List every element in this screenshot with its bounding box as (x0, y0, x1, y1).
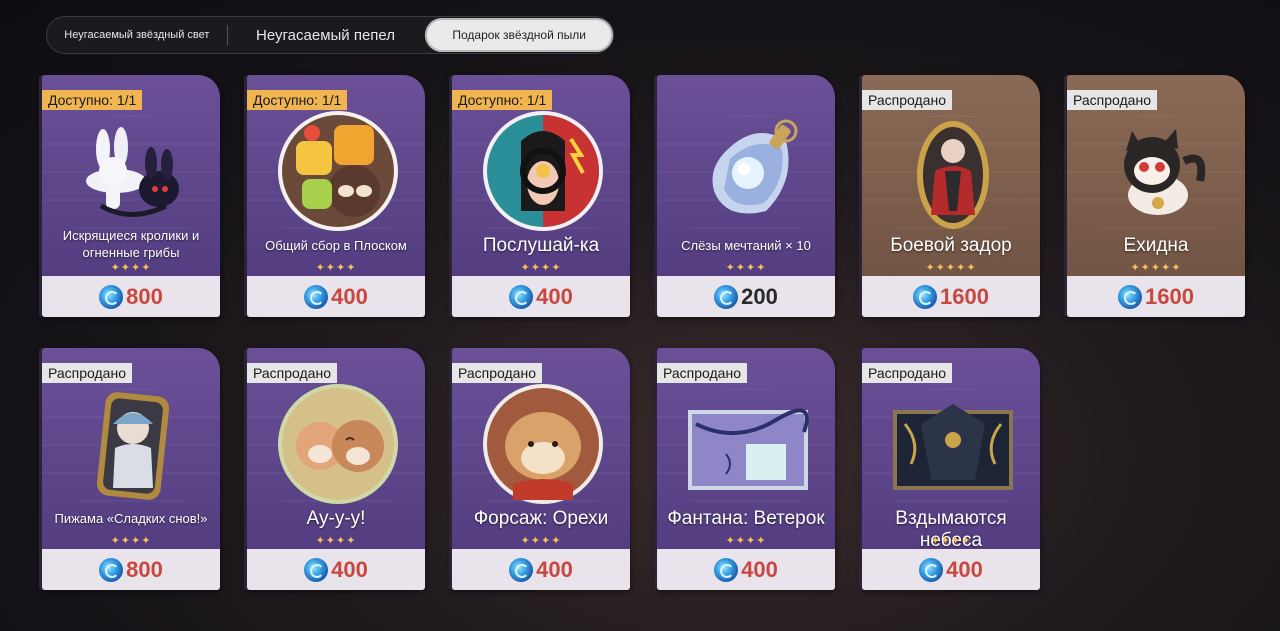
price-button[interactable]: 400 (862, 549, 1040, 590)
item-name: Ау-у-у! (306, 508, 366, 529)
tab-stardust-gift[interactable]: Подарок звёздной пыли (425, 18, 614, 52)
stardust-coin-icon (509, 284, 534, 309)
stardust-coin-icon (304, 284, 329, 309)
item-name: Пижама «Сладких снов!» (54, 511, 208, 526)
mirror-portrait-icon (917, 121, 989, 229)
price-value: 400 (331, 283, 368, 309)
sold-out-badge: Распродано (452, 363, 542, 383)
stardust-coin-icon (913, 284, 938, 309)
rarity-stars: ✦✦✦✦ (315, 262, 357, 274)
price-button[interactable]: 400 (452, 276, 630, 317)
pajama-portrait-icon (96, 392, 170, 500)
rarity-stars: ✦✦✦✦ (315, 535, 357, 547)
plush-gathering-icon (278, 111, 398, 231)
price-value: 400 (946, 556, 983, 582)
shop-item-card[interactable]: Слёзы мечтаний × 10 ✦✦✦✦ 200 (657, 75, 835, 317)
stardust-coin-icon (99, 284, 124, 309)
item-name: Искрящиеся кролики и огненные грибы (62, 228, 200, 260)
rarity-stars: ✦✦✦✦ (725, 535, 767, 547)
stardust-coin-icon (304, 557, 329, 582)
price-button[interactable]: 1600 (862, 276, 1040, 317)
sold-out-badge: Распродано (862, 90, 952, 110)
stardust-coin-icon (714, 284, 739, 309)
price-button[interactable]: 400 (247, 276, 425, 317)
item-name: Общий сбор в Плоском (265, 238, 407, 253)
rarity-stars: ✦✦✦✦ (930, 535, 972, 547)
hamster-icon (483, 384, 603, 504)
price-value: 1600 (940, 283, 989, 309)
price-button[interactable]: 400 (452, 549, 630, 590)
shop-item-card[interactable]: Распродано Ау-у-у! ✦✦✦✦ 400 (247, 348, 425, 590)
shop-item-card[interactable]: Распродано Форсаж: Орехи ✦✦✦✦ 400 (452, 348, 630, 590)
price-button[interactable]: 400 (247, 549, 425, 590)
availability-badge: Доступно: 1/1 (452, 90, 553, 110)
price-value: 400 (331, 556, 368, 582)
rarity-stars: ✦✦✦✦ (520, 535, 562, 547)
price-value: 200 (741, 283, 778, 309)
shop-item-card[interactable]: Распродано Фантана: Ветерок ✦✦✦✦ 400 (657, 348, 835, 590)
item-name: Боевой задор (890, 235, 1012, 256)
tab-unfading-starlight[interactable]: Неугасаемый звёздный свет (47, 17, 227, 53)
stardust-coin-icon (1118, 284, 1143, 309)
shop-item-card[interactable]: Распродано Вздымаются небеса ✦✦✦✦ 400 (862, 348, 1040, 590)
item-name: Слёзы мечтаний × 10 (681, 238, 811, 253)
shop-item-card[interactable]: Распродано Пижама «Сладких снов!» ✦✦✦✦ 8… (42, 348, 220, 590)
rarity-stars: ✦✦✦✦✦ (925, 262, 977, 274)
price-button[interactable]: 1600 (1067, 276, 1245, 317)
rising-sky-painting-icon (893, 404, 1013, 490)
price-value: 400 (536, 556, 573, 582)
price-button[interactable]: 200 (657, 276, 835, 317)
rarity-stars: ✦✦✦✦ (520, 262, 562, 274)
rarity-stars: ✦✦✦✦ (725, 262, 767, 274)
stardust-coin-icon (919, 557, 944, 582)
sold-out-badge: Распродано (657, 363, 747, 383)
dream-tear-crystal-icon (712, 119, 798, 214)
tab-unfading-ashes[interactable]: Неугасаемый пепел (228, 17, 424, 53)
rabbits-mushrooms-icon (86, 127, 179, 217)
shop-item-card[interactable]: Доступно: 1/1 Послушай-ка ✦✦✦✦ 400 (452, 75, 630, 317)
stardust-coin-icon (509, 557, 534, 582)
rarity-stars: ✦✦✦✦ (110, 535, 152, 547)
price-button[interactable]: 800 (42, 276, 220, 317)
shop-item-card[interactable]: Доступно: 1/1 Общий сбор в Плоском ✦✦✦✦ … (247, 75, 425, 317)
shop-item-card[interactable]: Распродано Боевой задор ✦✦✦✦✦ 1600 (862, 75, 1040, 317)
shop-item-card[interactable]: Распродано Ехидна ✦✦✦✦✦ 1600 (1067, 75, 1245, 317)
shop-tab-bar: Неугасаемый звёздный свет Неугасаемый пе… (46, 16, 614, 54)
price-button[interactable]: 400 (657, 549, 835, 590)
price-value: 400 (536, 283, 573, 309)
sold-out-badge: Распродано (247, 363, 337, 383)
stardust-coin-icon (99, 557, 124, 582)
price-value: 800 (126, 283, 163, 309)
sleepy-plush-icon (278, 384, 398, 504)
price-value: 400 (741, 556, 778, 582)
item-name: Ехидна (1123, 235, 1189, 256)
item-name: Фантана: Ветерок (667, 508, 825, 529)
sold-out-badge: Распродано (862, 363, 952, 383)
echidna-pet-icon (1124, 129, 1206, 215)
item-name: Послушай-ка (482, 235, 600, 256)
stardust-coin-icon (714, 557, 739, 582)
rarity-stars: ✦✦✦✦ (110, 262, 152, 274)
shop-item-card[interactable]: Доступно: 1/1 Искрящиеся кролики и огнен… (42, 75, 220, 317)
item-name: Форсаж: Орехи (473, 508, 609, 529)
availability-badge: Доступно: 1/1 (247, 90, 348, 110)
headphones-avatar-icon (483, 111, 603, 231)
price-button[interactable]: 800 (42, 549, 220, 590)
availability-badge: Доступно: 1/1 (42, 90, 143, 110)
rarity-stars: ✦✦✦✦✦ (1130, 262, 1182, 274)
price-value: 800 (126, 556, 163, 582)
sold-out-badge: Распродано (42, 363, 132, 383)
wind-painting-icon (688, 408, 809, 490)
price-value: 1600 (1145, 283, 1194, 309)
sold-out-badge: Распродано (1067, 90, 1157, 110)
